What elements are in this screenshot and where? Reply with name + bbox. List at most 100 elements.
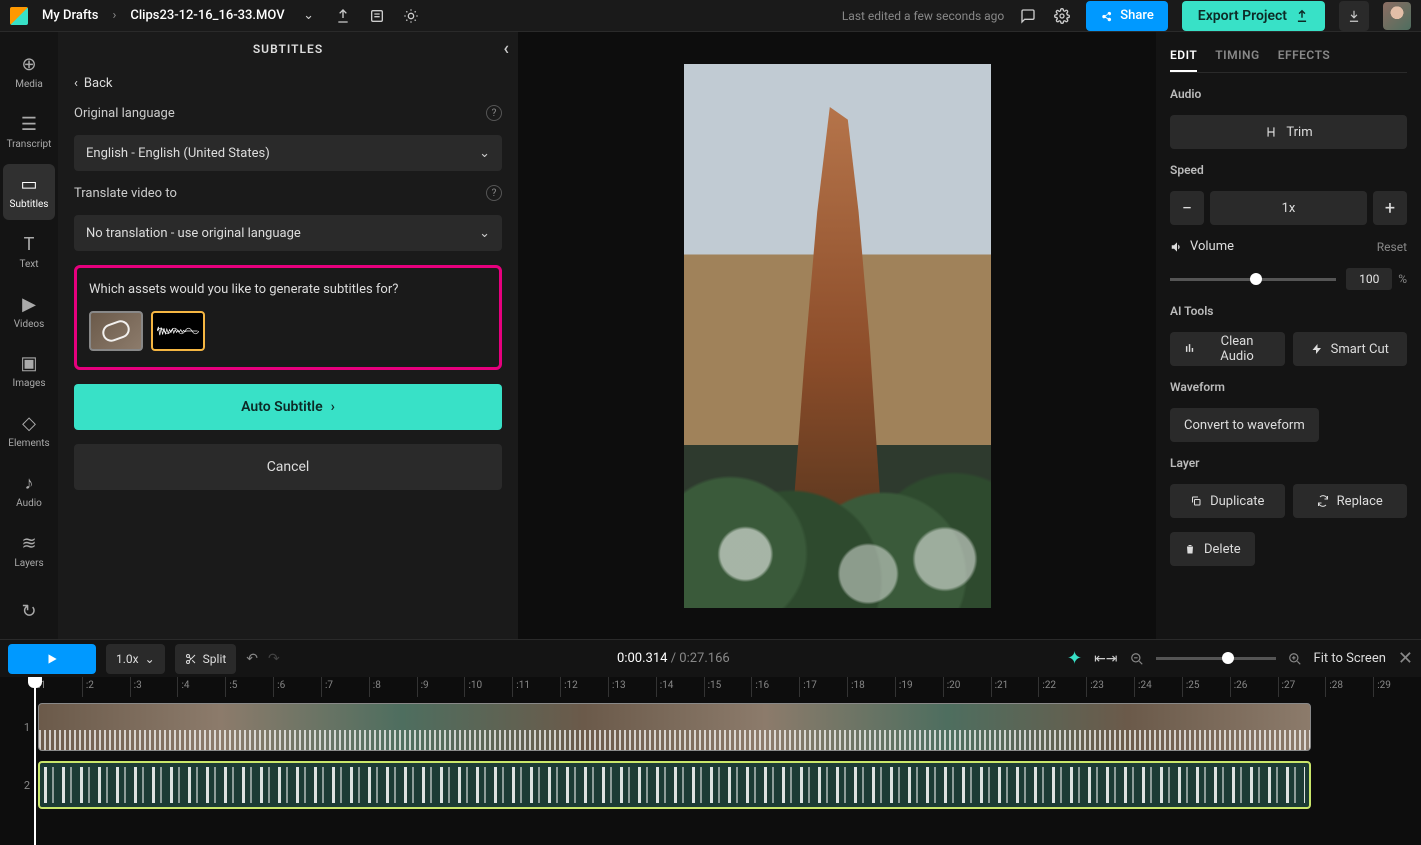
last-edited-status: Last edited a few seconds ago bbox=[842, 9, 1004, 23]
user-avatar[interactable] bbox=[1383, 2, 1411, 30]
preview-canvas[interactable] bbox=[518, 32, 1156, 639]
snap-icon[interactable]: ✦ bbox=[1067, 648, 1082, 669]
breadcrumb-file[interactable]: Clips23-12-16_16-33.MOV bbox=[130, 8, 284, 23]
nav-videos-label: Videos bbox=[14, 319, 45, 330]
theme-icon[interactable] bbox=[401, 6, 421, 26]
breadcrumb-root[interactable]: My Drafts bbox=[42, 8, 98, 23]
zoom-in-button[interactable] bbox=[1288, 652, 1302, 666]
zoom-out-button[interactable] bbox=[1130, 652, 1144, 666]
duplicate-label: Duplicate bbox=[1210, 494, 1264, 509]
notes-icon[interactable] bbox=[367, 6, 387, 26]
tab-timing[interactable]: TIMING bbox=[1215, 44, 1259, 72]
track-number: 2 bbox=[20, 779, 34, 792]
ai-section-label: AI Tools bbox=[1170, 304, 1407, 318]
trim-label: Trim bbox=[1286, 125, 1312, 140]
ruler-tick: :17 bbox=[799, 677, 847, 697]
settings-icon[interactable] bbox=[1052, 6, 1072, 26]
asset-video-thumb[interactable] bbox=[89, 311, 143, 351]
upload-icon[interactable] bbox=[333, 6, 353, 26]
convert-waveform-button[interactable]: Convert to waveform bbox=[1170, 408, 1319, 442]
auto-subtitle-button[interactable]: Auto Subtitle› bbox=[74, 384, 502, 430]
audio-icon: ♪ bbox=[25, 473, 34, 494]
ruler-tick: :6 bbox=[273, 677, 321, 697]
time-total: 0:27.166 bbox=[679, 651, 729, 666]
tab-effects[interactable]: EFFECTS bbox=[1278, 44, 1331, 72]
translate-label: Translate video to bbox=[74, 186, 177, 201]
fit-to-screen-button[interactable]: Fit to Screen bbox=[1314, 651, 1386, 666]
undo-button[interactable]: ↶ bbox=[246, 651, 258, 667]
volume-label: Volume bbox=[1190, 239, 1234, 254]
volume-reset-button[interactable]: Reset bbox=[1377, 240, 1407, 254]
timeline-toolbar: 1.0x⌄ Split ↶ ↷ 0:00.314 / 0:27.166 ✦ ⇤⇥… bbox=[0, 639, 1421, 677]
translate-select[interactable]: No translation - use original language⌄ bbox=[74, 215, 502, 251]
nav-audio-label: Audio bbox=[16, 498, 42, 509]
back-button[interactable]: ‹Back bbox=[74, 76, 502, 91]
ruler-tick: :14 bbox=[656, 677, 704, 697]
speed-increase-button[interactable]: + bbox=[1373, 191, 1407, 225]
playhead[interactable] bbox=[34, 677, 36, 845]
trim-button[interactable]: Trim bbox=[1170, 115, 1407, 149]
ruler-tick: :18 bbox=[847, 677, 895, 697]
nav-videos[interactable]: ▶ Videos bbox=[3, 284, 55, 340]
nav-audio[interactable]: ♪ Audio bbox=[3, 463, 55, 519]
timeline-track-2: 2 bbox=[20, 761, 1421, 809]
split-button[interactable]: Split bbox=[175, 644, 237, 674]
export-label: Export Project bbox=[1198, 8, 1287, 24]
volume-slider[interactable] bbox=[1170, 278, 1336, 281]
chevron-right-icon: › bbox=[331, 399, 335, 415]
volume-value[interactable]: 100 bbox=[1346, 268, 1392, 290]
app-logo-icon[interactable] bbox=[10, 7, 28, 25]
nav-elements[interactable]: ◇Elements bbox=[3, 403, 55, 459]
timeline[interactable]: :1:2:3:4:5:6:7:8:9:10:11:12:13:14:15:16:… bbox=[0, 677, 1421, 845]
video-clip[interactable] bbox=[38, 703, 1311, 751]
help-icon[interactable]: ? bbox=[486, 105, 502, 121]
nav-transcript[interactable]: ☰Transcript bbox=[3, 104, 55, 160]
asset-audio-thumb[interactable] bbox=[151, 311, 205, 351]
playback-speed-dropdown[interactable]: 1.0x⌄ bbox=[106, 644, 165, 674]
download-button[interactable] bbox=[1339, 1, 1369, 31]
clean-audio-button[interactable]: Clean Audio bbox=[1170, 332, 1285, 366]
nav-text[interactable]: TText bbox=[3, 224, 55, 280]
export-button[interactable]: Export Project bbox=[1182, 1, 1325, 31]
nav-media[interactable]: ⊕Media bbox=[3, 44, 55, 100]
nav-more[interactable]: ↻ bbox=[3, 583, 55, 639]
volume-unit: % bbox=[1398, 268, 1407, 290]
duplicate-button[interactable]: Duplicate bbox=[1170, 484, 1285, 518]
speed-value: 1x bbox=[1210, 191, 1367, 225]
help-icon[interactable]: ? bbox=[486, 185, 502, 201]
chevron-down-icon[interactable]: ⌄ bbox=[299, 6, 319, 26]
nav-transcript-label: Transcript bbox=[7, 139, 52, 150]
cancel-button[interactable]: Cancel bbox=[74, 444, 502, 490]
tab-edit[interactable]: EDIT bbox=[1170, 44, 1197, 72]
split-label: Split bbox=[203, 652, 227, 666]
videos-icon: ▶ bbox=[22, 294, 36, 315]
delete-label: Delete bbox=[1204, 542, 1241, 557]
smart-cut-button[interactable]: Smart Cut bbox=[1293, 332, 1408, 366]
layers-icon: ≋ bbox=[21, 533, 36, 554]
close-timeline-button[interactable]: ✕ bbox=[1398, 648, 1413, 669]
zoom-slider[interactable] bbox=[1156, 657, 1276, 660]
ruler-tick: :10 bbox=[464, 677, 512, 697]
play-button[interactable] bbox=[8, 644, 96, 674]
redo-button[interactable]: ↷ bbox=[268, 651, 280, 667]
replace-button[interactable]: Replace bbox=[1293, 484, 1408, 518]
volume-icon bbox=[1170, 240, 1184, 254]
preview-frame bbox=[684, 64, 991, 608]
refresh-icon: ↻ bbox=[21, 601, 36, 622]
delete-button[interactable]: Delete bbox=[1170, 532, 1255, 566]
timeline-ruler[interactable]: :1:2:3:4:5:6:7:8:9:10:11:12:13:14:15:16:… bbox=[0, 677, 1421, 697]
ruler-tick: :13 bbox=[608, 677, 656, 697]
audio-clip[interactable] bbox=[38, 761, 1311, 809]
share-button[interactable]: Share bbox=[1086, 1, 1168, 31]
comment-icon[interactable] bbox=[1018, 6, 1038, 26]
speed-decrease-button[interactable]: − bbox=[1170, 191, 1204, 225]
properties-panel: EDIT TIMING EFFECTS Audio Trim Speed − 1… bbox=[1156, 32, 1421, 639]
trim-selection-icon[interactable]: ⇤⇥ bbox=[1094, 651, 1117, 667]
nav-images[interactable]: ▣Images bbox=[3, 344, 55, 400]
collapse-panel-icon[interactable]: ‹ bbox=[503, 38, 510, 59]
orig-lang-select[interactable]: English - English (United States)⌄ bbox=[74, 135, 502, 171]
nav-layers[interactable]: ≋Layers bbox=[3, 523, 55, 579]
nav-subtitles[interactable]: ▭Subtitles bbox=[3, 164, 55, 220]
chevron-down-icon: ⌄ bbox=[479, 146, 490, 161]
ruler-tick: :28 bbox=[1325, 677, 1373, 697]
